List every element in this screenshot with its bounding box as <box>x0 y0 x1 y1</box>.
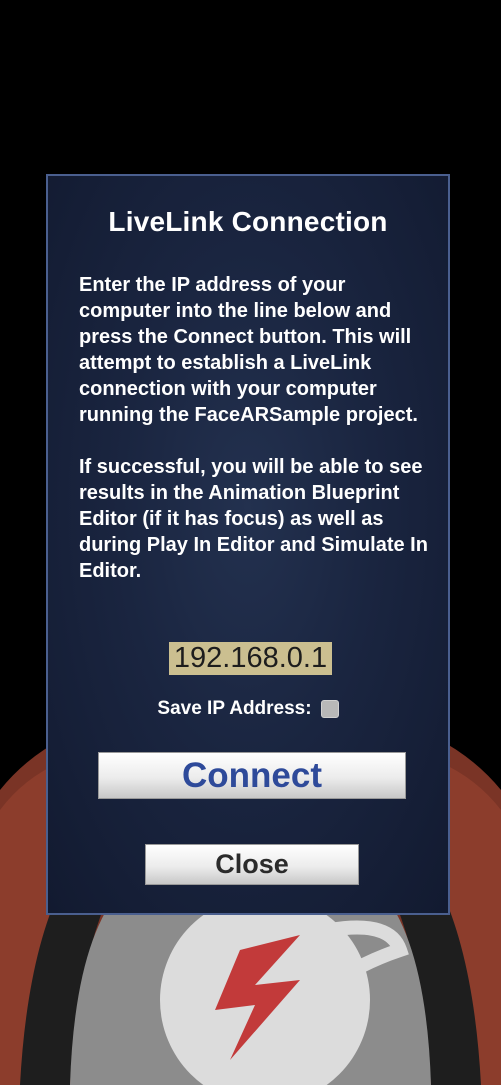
dialog-title: LiveLink Connection <box>108 206 388 237</box>
connect-button[interactable]: Connect <box>98 752 406 799</box>
livelink-connection-dialog: LiveLink Connection Enter the IP address… <box>46 174 450 915</box>
save-ip-label: Save IP Address: <box>157 698 312 719</box>
save-ip-checkbox[interactable] <box>320 700 339 718</box>
instructions-paragraph: Enter the IP address of your computer in… <box>79 274 418 426</box>
ip-address-input[interactable] <box>169 642 332 675</box>
dialog-instructions: Enter the IP address of your computer in… <box>79 272 439 584</box>
close-button[interactable]: Close <box>145 844 359 885</box>
save-ip-row: Save IP Address: <box>48 696 448 722</box>
result-paragraph: If successful, you will be able to see r… <box>79 456 428 582</box>
